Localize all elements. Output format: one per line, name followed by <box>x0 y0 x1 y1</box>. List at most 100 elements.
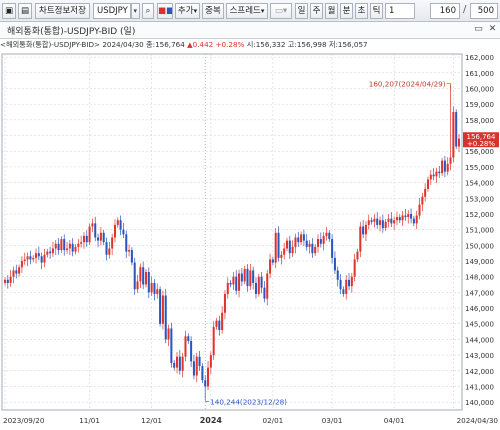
candle-body <box>223 293 226 313</box>
candle-body <box>271 259 274 263</box>
info-open-value: 156,332 <box>255 40 286 49</box>
chart-tools-icon[interactable]: ▤ <box>18 3 32 19</box>
y-tick-label: 160,000 <box>465 86 494 94</box>
spread-button[interactable]: 스프레드▾ <box>226 3 268 19</box>
candle-body <box>226 282 229 294</box>
candle-body <box>139 267 142 282</box>
candle-body <box>178 356 181 371</box>
candle-body <box>457 138 461 147</box>
candle-body <box>221 312 224 331</box>
candle-body <box>333 257 336 271</box>
minimize-icon[interactable]: ▭ <box>473 24 484 35</box>
candle-body <box>218 320 221 331</box>
count-max-input[interactable]: 500 <box>470 3 498 19</box>
candle-body <box>300 234 303 243</box>
candle-body <box>142 267 145 285</box>
candle-body <box>77 243 80 247</box>
info-high-value: 156,998 <box>296 40 327 49</box>
candle-body <box>441 160 444 174</box>
price-chart[interactable]: 162,000161,000160,000159,000158,000157,0… <box>0 52 500 430</box>
x-tick-label: 02/01 <box>263 416 284 425</box>
candle-body <box>367 220 370 225</box>
candle-body <box>308 243 311 247</box>
period-second-button[interactable]: 초 <box>355 3 368 19</box>
candle-body <box>336 270 339 280</box>
candle-body <box>350 276 353 287</box>
candle-body <box>18 267 21 274</box>
chart-window-title: 해외통화(통합)-USDJPY-BID (일) <box>7 27 136 37</box>
candle-body <box>3 279 7 283</box>
y-tick-label: 156,000 <box>465 148 494 156</box>
candle-body <box>376 218 379 225</box>
count-input[interactable]: 160 <box>430 3 460 19</box>
candle-body <box>415 215 418 224</box>
y-tick-label: 141,000 <box>465 383 494 391</box>
candle-body <box>43 254 46 263</box>
candle-body <box>150 282 153 293</box>
candle-body <box>446 163 449 172</box>
overlap-button[interactable]: 중복 <box>202 3 224 19</box>
candle-body <box>80 242 83 244</box>
candle-body <box>277 232 280 258</box>
symbol-input[interactable]: USDJPY <box>93 3 131 19</box>
candle-body <box>235 276 238 291</box>
candle-body <box>390 218 393 224</box>
close-icon[interactable]: ✕ <box>487 24 498 35</box>
candle-body <box>328 232 331 240</box>
chart-window-titlebar: 해외통화(통합)-USDJPY-BID (일) ▭ ✕ <box>0 22 500 39</box>
plot-area <box>1 53 463 411</box>
info-low-label: 저: <box>328 40 338 49</box>
candle-body <box>438 171 441 174</box>
candle-body <box>257 276 260 294</box>
symbol-dropdown-icon[interactable]: ▾ <box>131 3 140 19</box>
candle-body <box>68 243 71 249</box>
candle-body <box>429 174 432 180</box>
candle-body <box>113 224 116 238</box>
candle-body <box>381 220 384 229</box>
x-tick-label: 2024/04/30 <box>457 416 499 425</box>
candle-body <box>170 328 173 363</box>
info-low-value: 156,057 <box>337 40 368 49</box>
y-tick-label: 142,000 <box>465 368 494 376</box>
candle-body <box>362 226 365 235</box>
candle-body <box>212 326 215 356</box>
candle-body <box>387 218 390 222</box>
period-tick-button[interactable]: 틱 <box>370 3 383 19</box>
candle-body <box>32 257 35 260</box>
candle-body <box>455 112 458 147</box>
candle-body <box>252 270 255 283</box>
candle-body <box>97 237 100 241</box>
candle-body <box>181 356 184 371</box>
pin-icon[interactable]: ▣ <box>2 3 16 19</box>
period-month-button[interactable]: 월 <box>325 3 338 19</box>
y-tick-label: 162,000 <box>465 54 494 62</box>
candle-body <box>319 239 322 244</box>
search-icon[interactable]: ⌕ <box>142 3 154 19</box>
candle-body <box>421 196 424 205</box>
candle-body <box>136 281 139 290</box>
chart-save-button[interactable]: 차트정보저장 <box>35 3 90 19</box>
y-tick-label: 161,000 <box>465 70 494 78</box>
add-button[interactable]: 추가▾ <box>175 3 200 19</box>
period-week-button[interactable]: 주 <box>310 3 323 19</box>
candle-body <box>283 248 286 255</box>
y-tick-label: 149,000 <box>465 258 494 266</box>
y-tick-label: 140,000 <box>465 399 494 407</box>
current-price-change: +0.28% <box>467 140 495 148</box>
y-tick-label: 159,000 <box>465 101 494 109</box>
candle-body <box>266 273 269 299</box>
candle-body <box>373 218 376 222</box>
period-minute-button[interactable]: 분 <box>340 3 353 19</box>
candle-body <box>243 268 246 282</box>
period-value-input[interactable]: 1 <box>385 3 415 19</box>
chart-type-dropdown[interactable]: ▭▾ <box>270 3 292 19</box>
candle-body <box>12 270 15 277</box>
candle-body <box>412 218 415 224</box>
y-tick-label: 148,000 <box>465 274 494 282</box>
period-day-button[interactable]: 일 <box>295 3 308 19</box>
candle-body <box>35 253 38 258</box>
color-picker-icon[interactable]: ■■ <box>157 3 173 19</box>
candle-body <box>395 217 398 221</box>
candle-body <box>173 362 176 368</box>
candle-body <box>88 226 91 243</box>
